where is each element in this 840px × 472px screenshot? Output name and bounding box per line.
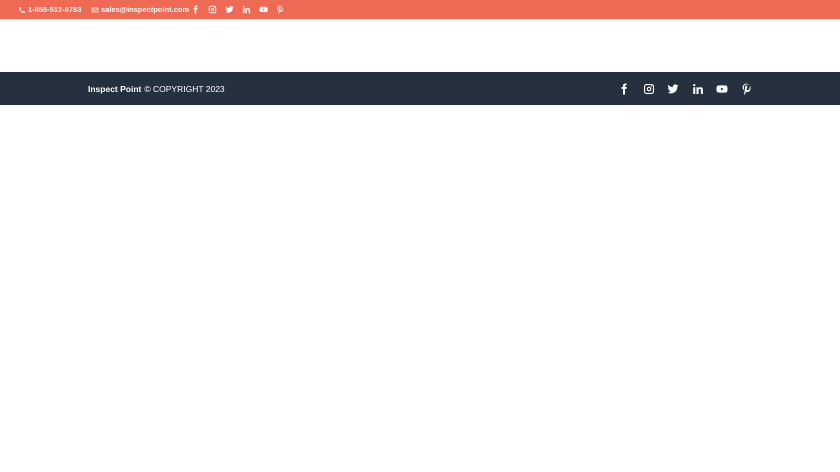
- top-social-links: [187, 0, 289, 19]
- linkedin-icon: [242, 5, 251, 14]
- pinterest-icon: [742, 83, 751, 95]
- instagram-icon: [208, 5, 217, 14]
- twitter-icon: [225, 6, 234, 13]
- facebook-icon: [621, 83, 628, 94]
- top-bar: 1-855-512-8783 sales@inspectpoint.com: [0, 0, 840, 19]
- youtube-link[interactable]: [255, 0, 272, 19]
- footer-brand: Inspect Point: [88, 83, 142, 94]
- pinterest-link[interactable]: [272, 0, 289, 19]
- pinterest-icon: [277, 5, 284, 14]
- twitter-icon: [667, 83, 679, 93]
- email-link[interactable]: sales@inspectpoint.com: [91, 0, 189, 19]
- linkedin-link[interactable]: [238, 0, 255, 19]
- footer-youtube-link[interactable]: [710, 72, 735, 105]
- phone-number: 1-855-512-8783: [28, 5, 82, 14]
- footer-social-links: [612, 72, 759, 105]
- instagram-icon: [643, 83, 654, 94]
- email-address: sales@inspectpoint.com: [101, 5, 190, 14]
- facebook-icon: [193, 5, 198, 14]
- footer-facebook-link[interactable]: [612, 72, 637, 105]
- footer-twitter-link[interactable]: [661, 72, 686, 105]
- youtube-icon: [259, 6, 268, 13]
- instagram-link[interactable]: [204, 0, 221, 19]
- copyright-text: © COPYRIGHT 2023: [144, 83, 225, 94]
- twitter-link[interactable]: [221, 0, 238, 19]
- footer-linkedin-link[interactable]: [686, 72, 711, 105]
- linkedin-icon: [692, 83, 703, 94]
- footer-instagram-link[interactable]: [637, 72, 662, 105]
- footer-pinterest-link[interactable]: [735, 72, 760, 105]
- footer-bar: Inspect Point © COPYRIGHT 2023: [0, 72, 840, 105]
- phone-link[interactable]: 1-855-512-8783: [18, 0, 81, 19]
- envelope-icon: [91, 7, 99, 12]
- youtube-icon: [716, 84, 728, 93]
- footer-copyright: Inspect Point © COPYRIGHT 2023: [88, 72, 225, 105]
- phone-icon: [19, 6, 25, 13]
- facebook-link[interactable]: [187, 0, 204, 19]
